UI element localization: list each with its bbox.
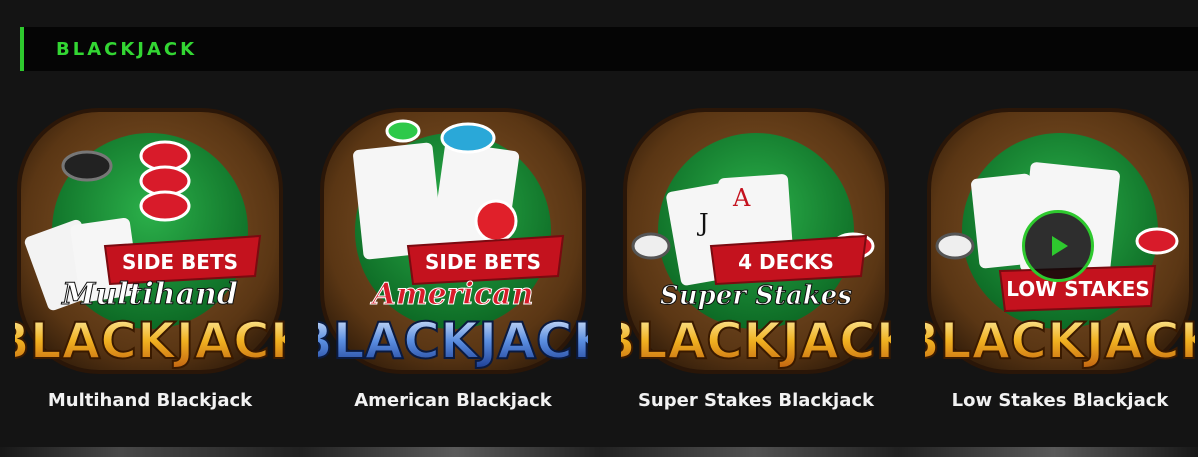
- play-button[interactable]: [1022, 210, 1094, 282]
- game-thumbnail[interactable]: J A 4 DECKS Super Stakes BLACKJACK: [621, 106, 891, 382]
- banner-text: LOW STAKES: [1006, 277, 1150, 301]
- games-row: SIDE BETS Multihand BLACKJACK Multihand …: [0, 100, 1198, 430]
- banner-text: SIDE BETS: [425, 250, 541, 274]
- subtitle-text: Multihand: [61, 277, 238, 312]
- wordmark-text: BLACKJACK: [621, 312, 891, 370]
- game-thumbnail[interactable]: SIDE BETS American BLACKJACK: [318, 106, 588, 382]
- game-art: SIDE BETS American BLACKJACK: [318, 108, 588, 374]
- game-card-multihand-blackjack[interactable]: SIDE BETS Multihand BLACKJACK Multihand …: [15, 100, 285, 430]
- game-card-american-blackjack[interactable]: SIDE BETS American BLACKJACK American Bl…: [318, 100, 588, 430]
- wordmark-text: BLACKJACK: [925, 312, 1195, 370]
- game-art: SIDE BETS Multihand BLACKJACK: [15, 108, 285, 374]
- subtitle-text: Super Stakes: [660, 281, 852, 311]
- card-rank-a: A: [732, 184, 751, 212]
- wordmark-text: BLACKJACK: [318, 312, 588, 370]
- floor-glow: [0, 447, 1198, 457]
- game-art: J A 4 DECKS Super Stakes BLACKJACK: [621, 108, 891, 374]
- section-header: BLACKJACK: [20, 27, 1198, 71]
- wordmark-text: BLACKJACK: [15, 312, 285, 370]
- banner-text: SIDE BETS: [122, 250, 238, 274]
- game-card-low-stakes-blackjack[interactable]: LOW STAKES BLACKJACK Low Stakes Blackjac…: [925, 100, 1195, 430]
- banner-text: 4 DECKS: [738, 250, 834, 274]
- game-title[interactable]: Super Stakes Blackjack: [621, 390, 891, 411]
- subtitle-text: American: [370, 277, 534, 312]
- game-title[interactable]: Multihand Blackjack: [15, 390, 285, 411]
- play-icon: [1052, 236, 1068, 256]
- game-title[interactable]: Low Stakes Blackjack: [925, 390, 1195, 411]
- game-card-super-stakes-blackjack[interactable]: J A 4 DECKS Super Stakes BLACKJACK Super…: [621, 100, 891, 430]
- game-thumbnail[interactable]: SIDE BETS Multihand BLACKJACK: [15, 106, 285, 382]
- section-title: BLACKJACK: [56, 38, 198, 60]
- game-title[interactable]: American Blackjack: [318, 390, 588, 411]
